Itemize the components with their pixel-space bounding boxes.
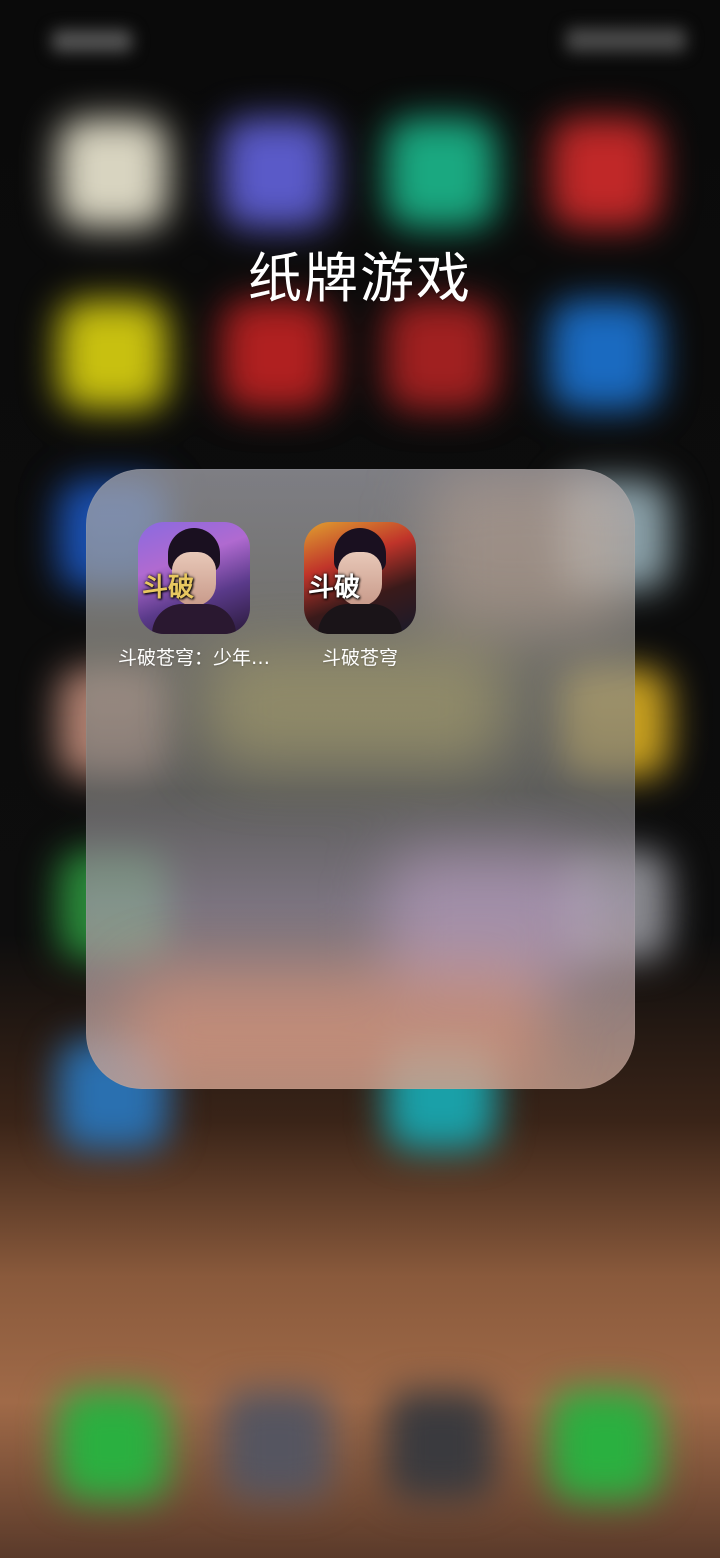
folder-title[interactable]: 纸牌游戏 — [0, 244, 720, 314]
app-label: 斗破苍穹：少年… — [117, 647, 270, 669]
app-doupo[interactable]: 斗破 斗破苍穹 — [275, 522, 445, 670]
app-logo-text: 斗破 — [308, 573, 361, 603]
app-label: 斗破苍穹 — [321, 647, 398, 669]
game-icon[interactable]: 斗破 — [138, 522, 250, 634]
app-doupo-shaonian[interactable]: 斗破 斗破苍穹：少年… — [109, 522, 279, 670]
home-screen: 纸牌游戏 斗破 斗破苍穹：少年… 斗破 斗破苍穹 — [0, 0, 720, 1558]
folder-panel: 斗破 斗破苍穹：少年… 斗破 斗破苍穹 — [86, 469, 635, 1089]
app-logo-text: 斗破 — [142, 573, 195, 603]
game-icon[interactable]: 斗破 — [304, 522, 416, 634]
